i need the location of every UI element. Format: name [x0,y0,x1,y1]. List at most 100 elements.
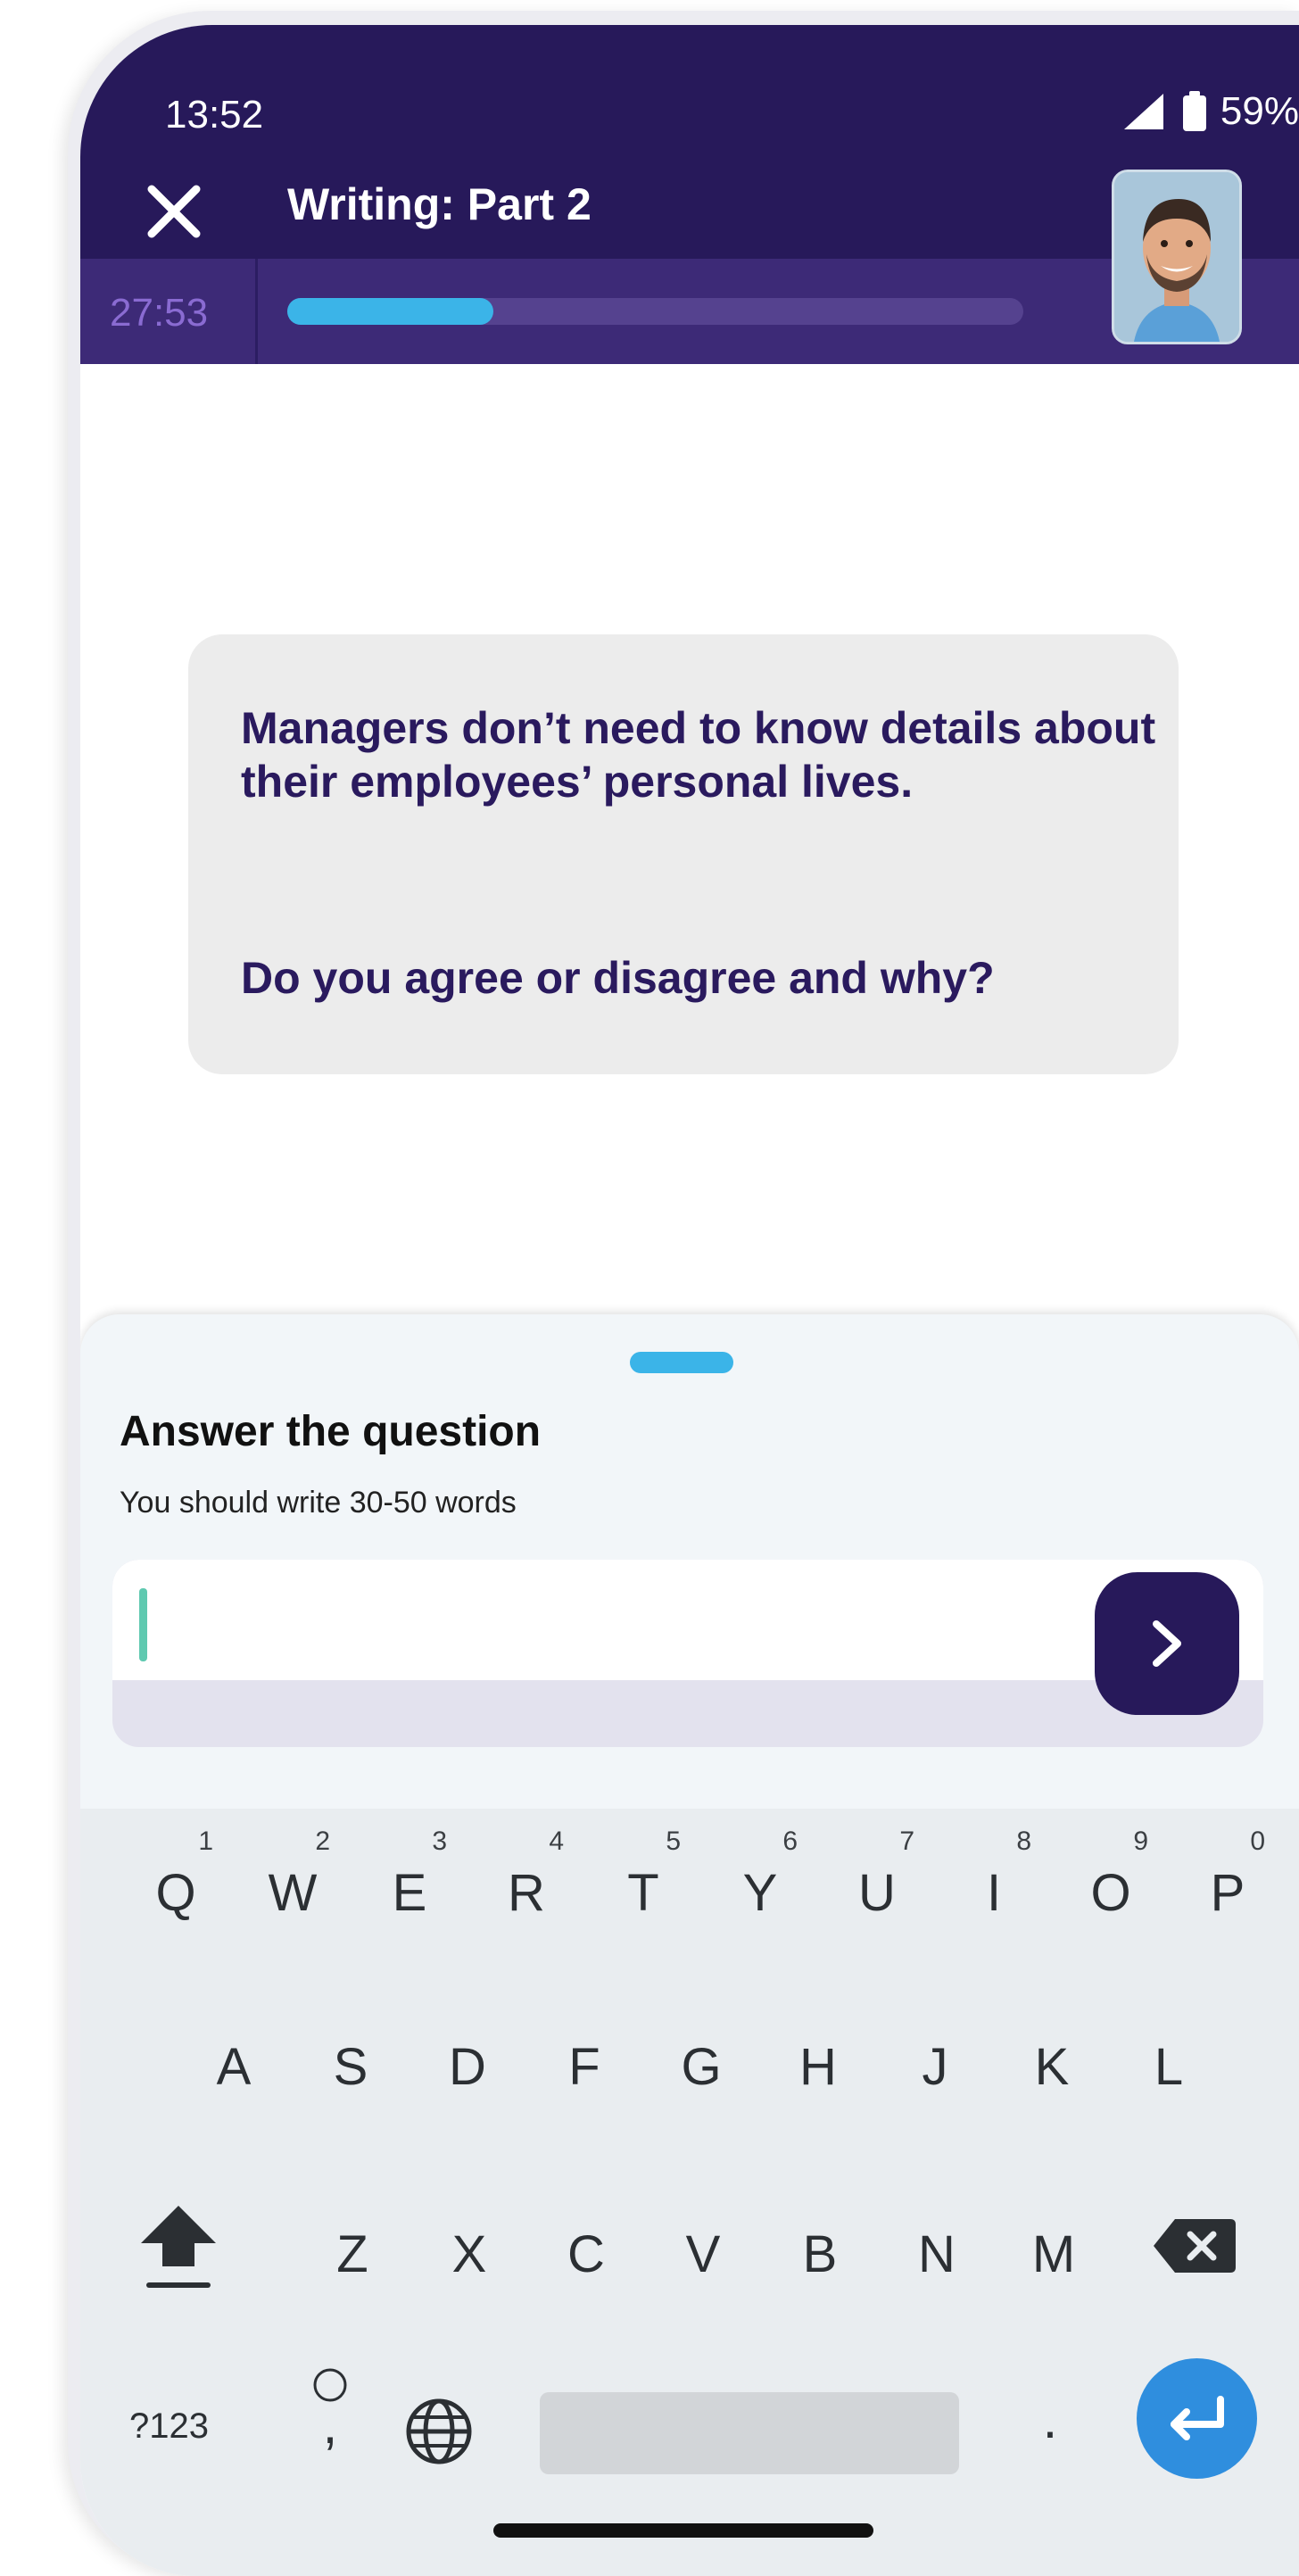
key-hint: 2 [315,1826,330,1856]
symbols-key-label: ?123 [129,2406,209,2446]
key-label: G [681,2038,722,2096]
enter-key[interactable] [1137,2358,1257,2479]
key[interactable]: K [998,2000,1105,2108]
progress-fill [287,298,493,325]
key[interactable]: U7 [823,1826,931,1934]
submit-button[interactable] [1095,1572,1239,1715]
globe-key[interactable] [403,2396,475,2467]
key-label: V [685,2225,721,2283]
key[interactable]: M [1000,2188,1107,2295]
key-hint: 5 [666,1826,681,1856]
key-label: Z [336,2225,368,2283]
key-hint: 0 [1250,1826,1265,1856]
key[interactable]: P0 [1174,1826,1281,1934]
key[interactable]: V [650,2188,757,2295]
status-indicators: 59% [1121,89,1299,134]
key[interactable]: T5 [590,1826,697,1934]
key-label: P [1210,1864,1245,1922]
key[interactable]: G [648,2000,755,2108]
key-hint: 1 [198,1826,213,1856]
key[interactable]: W2 [239,1826,346,1934]
key[interactable]: O9 [1057,1826,1164,1934]
key[interactable]: J [881,2000,989,2108]
signal-icon [1123,94,1163,129]
sheet-drag-handle[interactable] [630,1352,733,1373]
globe-icon [406,2398,472,2464]
key-label: L [1154,2038,1184,2096]
backspace-icon [1154,2219,1236,2273]
key-label: A [216,2038,252,2096]
countdown-timer: 27:53 [110,291,209,335]
key[interactable]: Y6 [707,1826,814,1934]
app-screen: 13:52 59% Writing: Part 2 27:53 Managers… [80,25,1299,2576]
key-label: C [567,2225,605,2283]
key-label: I [986,1864,1002,1922]
close-icon [147,185,201,238]
key-label: F [568,2038,600,2096]
key[interactable]: X [416,2188,523,2295]
key-label: W [268,1864,318,1922]
key[interactable]: Z [299,2188,406,2295]
key-label: Q [155,1864,196,1922]
key-label: T [627,1864,659,1922]
avatar-photo [1114,172,1239,342]
key-label: S [333,2038,368,2096]
keyboard: Q1W2E3R4T5Y6U7I8O9P0 ASDFGHJKL ZXCVBNM ?… [80,1809,1299,2576]
key-label: E [392,1864,427,1922]
key[interactable]: L [1115,2000,1222,2108]
backspace-key[interactable] [1150,2210,1239,2282]
key[interactable]: E3 [356,1826,463,1934]
period-key[interactable]: . [1019,2389,1081,2478]
shift-icon [141,2206,216,2288]
key-hint: 4 [549,1826,564,1856]
battery-percent: 59% [1220,89,1299,133]
key-label: D [449,2038,486,2096]
key[interactable]: R4 [473,1826,580,1934]
key[interactable]: C [533,2188,640,2295]
sheet-subtitle: You should write 30-50 words [120,1486,517,1520]
page-title: Writing: Part 2 [287,179,592,229]
key[interactable]: N [883,2188,990,2295]
key[interactable]: F [531,2000,638,2108]
answer-box [112,1560,1263,1747]
timer-cell: 27:53 [80,259,258,364]
close-button[interactable] [134,171,214,252]
answer-input[interactable] [112,1560,1263,1680]
text-caret [139,1588,147,1661]
key-label: J [922,2038,948,2096]
key[interactable]: B [766,2188,873,2295]
key-hint: 3 [432,1826,447,1856]
key-hint: 6 [782,1826,798,1856]
key-label: X [451,2225,487,2283]
key[interactable]: I8 [940,1826,1047,1934]
key-hint: 7 [899,1826,914,1856]
top-bar: 13:52 59% Writing: Part 2 27:53 [80,25,1299,364]
key[interactable]: Q1 [122,1826,229,1934]
enter-icon [1171,2396,1224,2440]
key-label: H [799,2038,837,2096]
comma-key[interactable]: , [290,2366,370,2473]
key-label: K [1034,2038,1070,2096]
key[interactable]: A [180,2000,287,2108]
avatar [1112,170,1242,344]
symbols-key[interactable]: ?123 [129,2406,245,2469]
key-label: M [1031,2225,1076,2283]
key-label: O [1090,1864,1131,1922]
battery-icon [1182,91,1206,131]
home-indicator[interactable] [493,2523,873,2538]
key-label: Y [742,1864,778,1922]
space-bar[interactable] [540,2392,959,2474]
key[interactable]: H [765,2000,872,2108]
key[interactable]: S [297,2000,404,2108]
key-hint: 9 [1133,1826,1148,1856]
progress-bar [287,298,1023,325]
key-hint: 8 [1016,1826,1031,1856]
comma-key-label: , [322,2395,338,2455]
keyboard-row-3: Z X C VBN M [80,2188,1299,2295]
prompt-statement: Managers don’t need to know details abou… [241,703,1156,807]
key-label: N [918,2225,956,2283]
key[interactable]: D [414,2000,521,2108]
key-label: R [508,1864,545,1922]
prompt-card: Managers don’t need to know details abou… [188,634,1179,1074]
shift-key[interactable] [134,2197,223,2295]
